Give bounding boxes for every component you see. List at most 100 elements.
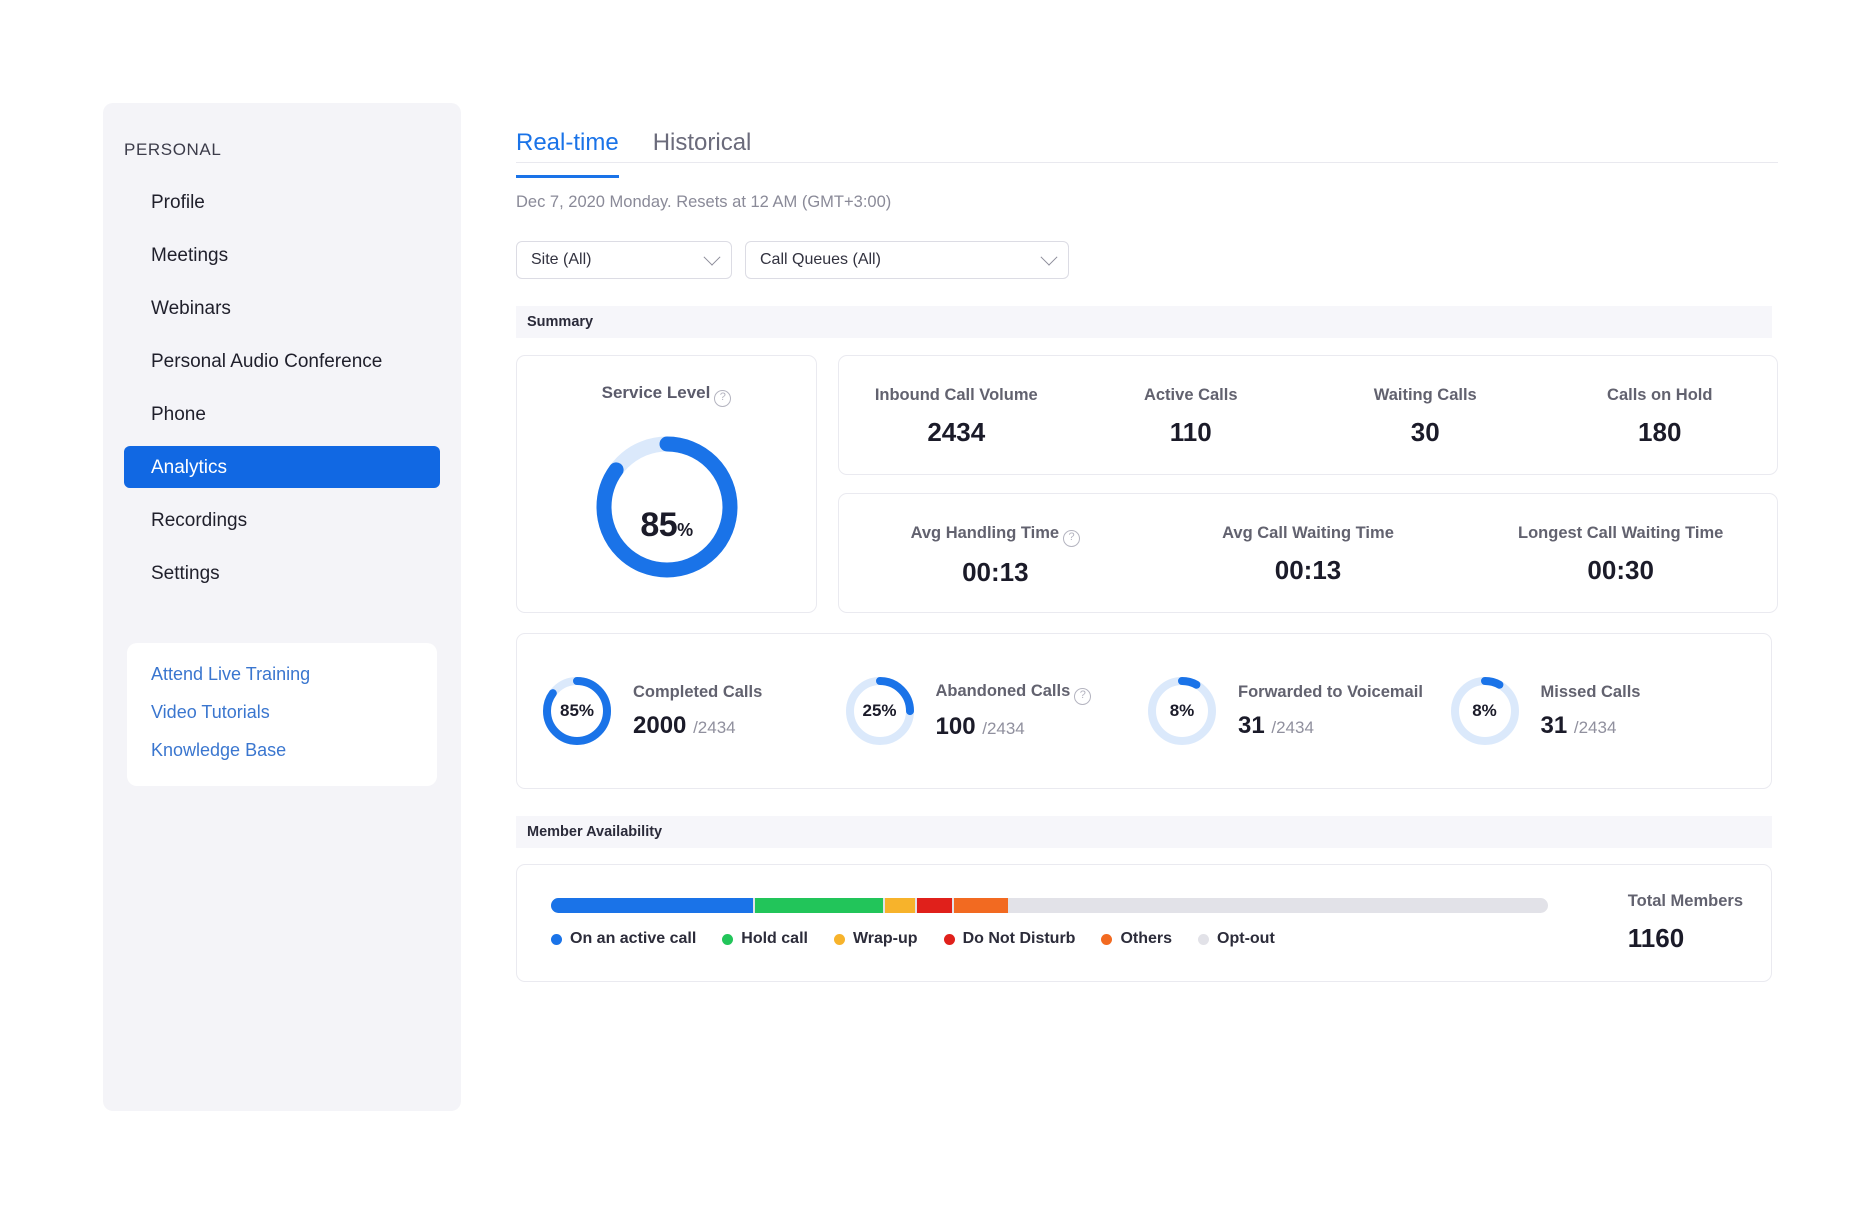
sidebar-item-label: Recordings bbox=[151, 511, 247, 530]
legend-item-hold-call[interactable]: Hold call bbox=[722, 930, 808, 948]
bar-segment-do-not-disturb bbox=[917, 898, 952, 913]
kpi-label: Calls on Hold bbox=[1543, 386, 1778, 405]
legend-item-others[interactable]: Others bbox=[1101, 930, 1172, 948]
metric-value: 00:13 bbox=[839, 557, 1152, 588]
call-metric-value: 31 bbox=[1541, 712, 1568, 739]
call-outcomes-card: 85%Completed Calls2000 /243425% Abandoned… bbox=[516, 633, 1772, 789]
sidebar-help-card: Attend Live Training Video Tutorials Knowl… bbox=[127, 643, 437, 786]
section-header-summary: Summary bbox=[516, 306, 1772, 338]
sidebar-item-label: Meetings bbox=[151, 246, 228, 265]
sidebar-item-meetings[interactable]: Meetings bbox=[124, 234, 440, 276]
legend-dot-icon bbox=[944, 934, 955, 945]
legend-item-do-not-disturb[interactable]: Do Not Disturb bbox=[944, 930, 1076, 948]
call-metric-value: 31 bbox=[1238, 712, 1265, 739]
date-note: Dec 7, 2020 Monday. Resets at 12 AM (GMT… bbox=[516, 193, 1778, 212]
kpi-card: Inbound Call Volume2434Active Calls110Wa… bbox=[838, 355, 1778, 475]
call-metric-label: Missed Calls bbox=[1541, 683, 1641, 701]
sidebar-item-phone[interactable]: Phone bbox=[124, 393, 440, 435]
metric-avg-handling-time: Avg Handling Time? 00:13 bbox=[839, 494, 1152, 612]
call-metric-total: /2434 bbox=[982, 719, 1025, 738]
legend-dot-icon bbox=[1198, 934, 1209, 945]
kpi-calls-on-hold: Calls on Hold180 bbox=[1543, 356, 1778, 474]
sidebar-item-recordings[interactable]: Recordings bbox=[124, 499, 440, 541]
chevron-down-icon bbox=[1041, 249, 1058, 266]
sidebar-item-settings[interactable]: Settings bbox=[124, 552, 440, 594]
metric-label: Avg Handling Time bbox=[911, 524, 1060, 542]
sidebar-item-label: Phone bbox=[151, 405, 206, 424]
summary-row: Service Level? 85% Inbound Call Volume 24… bbox=[516, 355, 1778, 613]
call-metric-total: /2434 bbox=[1574, 718, 1617, 737]
question-mark-icon[interactable]: ? bbox=[1063, 530, 1080, 547]
call-metric-text: Completed Calls2000 /2434 bbox=[633, 683, 762, 740]
kpi-value: 2434 bbox=[839, 417, 1074, 448]
metric-longest-call-waiting-time: Longest Call Waiting Time 00:30 bbox=[1464, 494, 1777, 612]
section-header-member-availability: Member Availability bbox=[516, 816, 1772, 848]
call-metric-text: Missed Calls 31 /2434 bbox=[1541, 683, 1641, 740]
legend-label: Do Not Disturb bbox=[963, 930, 1076, 948]
sidebar: PERSONAL Profile Meetings Webinars Personal… bbox=[103, 103, 461, 1111]
legend-label: Wrap-up bbox=[853, 930, 918, 948]
total-members-value: 1160 bbox=[1628, 923, 1743, 954]
service-level-title: Service Level? bbox=[517, 383, 816, 405]
member-availability-stacked-bar bbox=[551, 898, 1548, 913]
legend-dot-icon bbox=[551, 934, 562, 945]
call-metric-label: Completed Calls bbox=[633, 683, 762, 701]
member-availability-legend: On an active call Hold call Wrap-up Do Not … bbox=[551, 930, 1588, 948]
member-availability-chart: On an active call Hold call Wrap-up Do Not … bbox=[551, 898, 1588, 948]
legend-dot-icon bbox=[834, 934, 845, 945]
call-queues-filter-value: Call Queues (All) bbox=[760, 251, 1043, 269]
sidebar-item-analytics[interactable]: Analytics bbox=[124, 446, 440, 488]
mini-donut: 8% bbox=[1144, 673, 1220, 749]
tab-bar: Real-timeHistorical bbox=[516, 103, 1778, 163]
sidebar-heading: PERSONAL bbox=[124, 140, 221, 160]
legend-item-opt-out[interactable]: Opt-out bbox=[1198, 930, 1275, 948]
call-metric-value-wrap: 31 /2434 bbox=[1238, 712, 1423, 740]
metric-value: 00:30 bbox=[1464, 555, 1777, 586]
call-metric-total: /2434 bbox=[1271, 718, 1314, 737]
tab-real-time[interactable]: Real-time bbox=[516, 129, 619, 178]
service-level-title-text: Service Level bbox=[602, 383, 711, 402]
mini-donut-percent: 8% bbox=[1447, 673, 1523, 749]
sidebar-item-personal-audio-conference[interactable]: Personal Audio Conference bbox=[124, 340, 440, 382]
sidebar-item-label: Personal Audio Conference bbox=[151, 352, 382, 371]
legend-item-wrap-up[interactable]: Wrap-up bbox=[834, 930, 918, 948]
bar-segment-opt-out bbox=[1010, 898, 1059, 913]
call-queues-filter-select[interactable]: Call Queues (All) bbox=[745, 241, 1069, 279]
mini-donut-percent: 25% bbox=[842, 673, 918, 749]
kpi-label: Inbound Call Volume bbox=[839, 386, 1074, 405]
mini-donut-percent: 8% bbox=[1144, 673, 1220, 749]
legend-item-on-an-active-call[interactable]: On an active call bbox=[551, 930, 696, 948]
total-members-block: Total Members 1160 bbox=[1588, 892, 1743, 954]
kpi-value: 110 bbox=[1074, 417, 1309, 448]
metric-avg-call-waiting-time: Avg Call Waiting Time00:13 bbox=[1152, 494, 1465, 612]
legend-dot-icon bbox=[722, 934, 733, 945]
metric-label-wrap: Longest Call Waiting Time bbox=[1464, 524, 1777, 543]
legend-dot-icon bbox=[1101, 934, 1112, 945]
sidebar-item-webinars[interactable]: Webinars bbox=[124, 287, 440, 329]
service-level-card: Service Level? 85% bbox=[516, 355, 817, 613]
chevron-down-icon bbox=[704, 249, 721, 266]
legend-label: Opt-out bbox=[1217, 930, 1275, 948]
call-metric-label: Abandoned Calls bbox=[936, 682, 1071, 700]
call-metric-label-wrap: Abandoned Calls? bbox=[936, 682, 1092, 703]
help-link-knowledge-base[interactable]: Knowledge Base bbox=[151, 741, 437, 759]
call-metric-label-wrap: Forwarded to Voicemail bbox=[1238, 683, 1423, 702]
sidebar-nav: Profile Meetings Webinars Personal Audio Co… bbox=[124, 181, 440, 605]
mini-donut: 8% bbox=[1447, 673, 1523, 749]
site-filter-select[interactable]: Site (All) bbox=[516, 241, 732, 279]
sidebar-item-label: Analytics bbox=[151, 458, 227, 477]
call-metric-completed-calls: 85%Completed Calls2000 /2434 bbox=[539, 673, 842, 749]
kpi-waiting-calls: Waiting Calls30 bbox=[1308, 356, 1543, 474]
tab-historical[interactable]: Historical bbox=[653, 129, 752, 175]
help-link-video-tutorials[interactable]: Video Tutorials bbox=[151, 703, 437, 721]
help-link-attend-live-training[interactable]: Attend Live Training bbox=[151, 665, 437, 683]
question-mark-icon[interactable]: ? bbox=[1074, 688, 1091, 705]
service-level-number: 85 bbox=[640, 506, 677, 544]
sidebar-item-profile[interactable]: Profile bbox=[124, 181, 440, 223]
legend-label: On an active call bbox=[570, 930, 696, 948]
metric-value: 00:13 bbox=[1152, 555, 1465, 586]
service-level-unit: % bbox=[677, 520, 693, 540]
kpi-label: Waiting Calls bbox=[1308, 386, 1543, 405]
question-mark-icon[interactable]: ? bbox=[714, 390, 731, 407]
summary-stats-column: Inbound Call Volume2434Active Calls110Wa… bbox=[838, 355, 1778, 613]
